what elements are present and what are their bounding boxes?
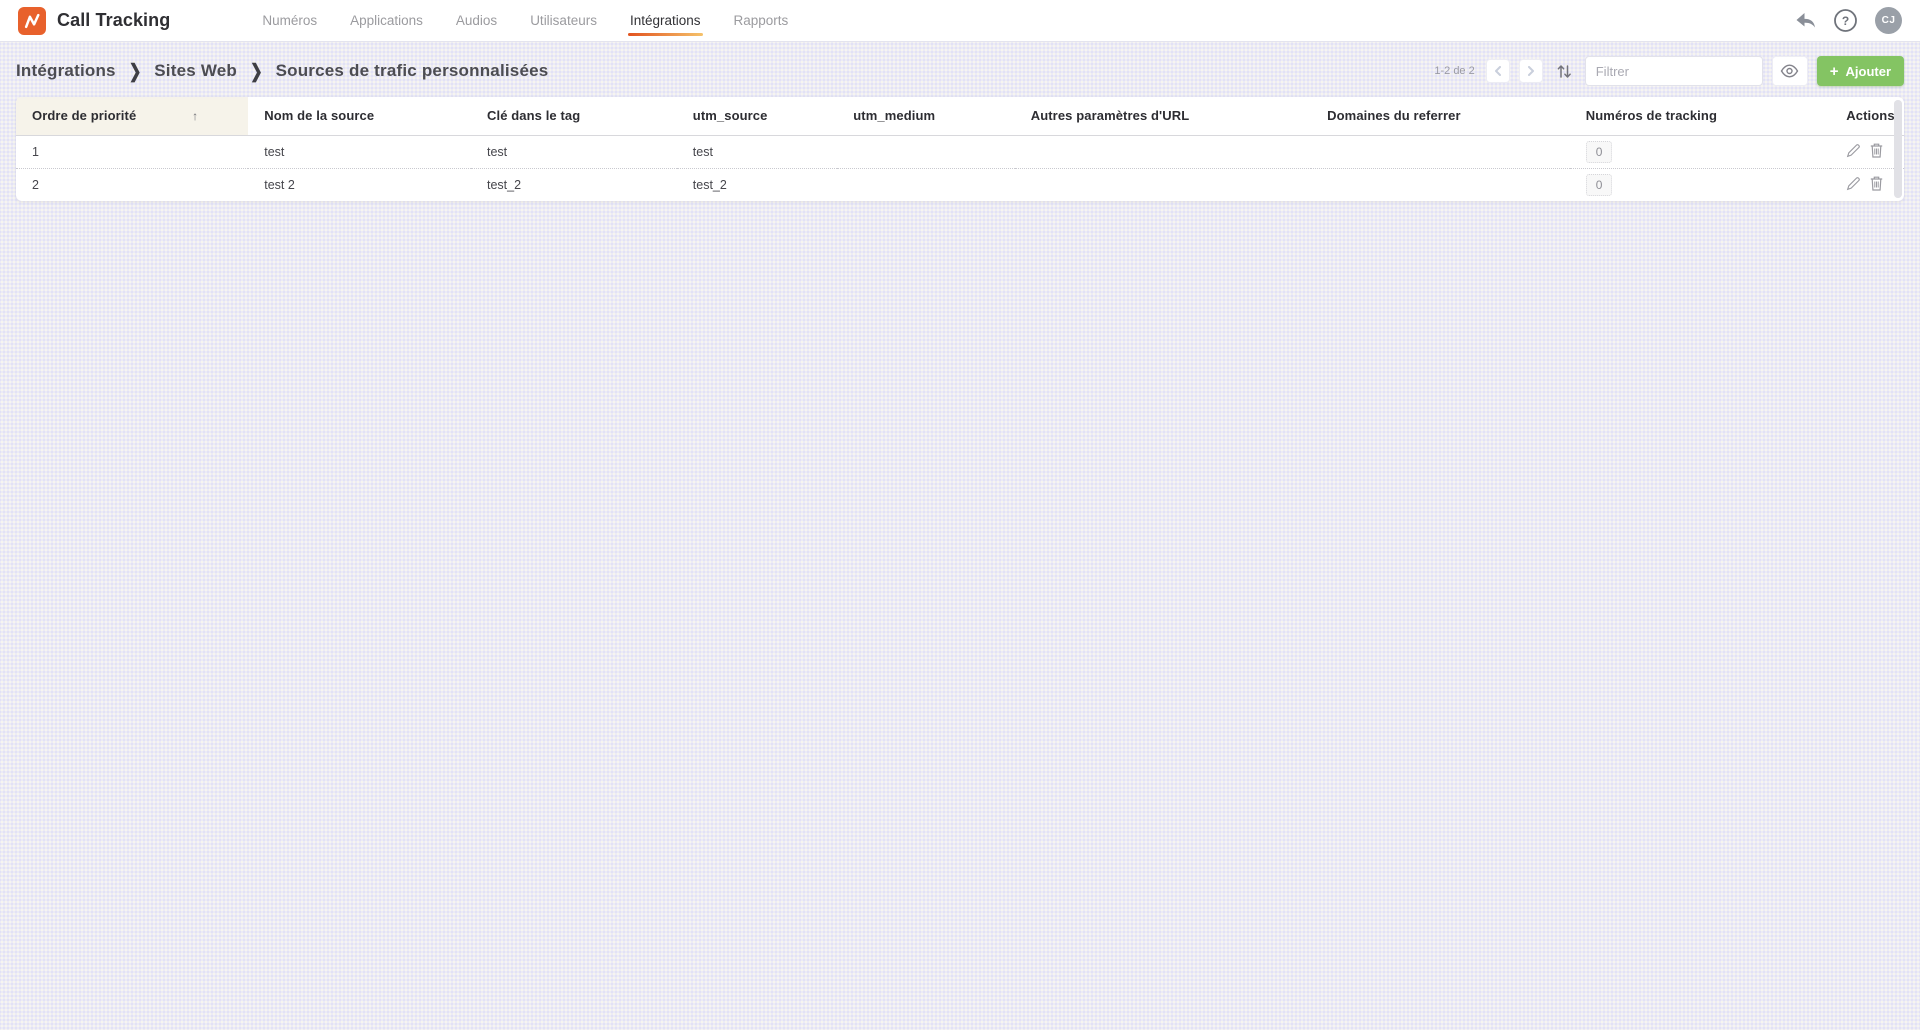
chevron-right-icon [1527,66,1534,76]
column-header-label: Ordre de priorité [32,108,137,124]
scrollbar-thumb[interactable] [1894,100,1902,198]
sources-table: Ordre de priorité ↑ Nom de la source Clé… [16,97,1904,201]
cell-cle: test [487,144,508,159]
user-avatar[interactable]: CJ [1875,7,1902,34]
cell-autres-parametres [1015,135,1311,168]
breadcrumb-integrations[interactable]: Intégrations [16,61,116,81]
column-header-nom-de-la-source[interactable]: Nom de la source [248,97,471,136]
filter-input[interactable] [1584,56,1763,86]
top-navigation: Numéros Applications Audios Utilisateurs… [262,0,788,41]
column-header-cle-dans-le-tag[interactable]: Clé dans le tag [471,97,677,136]
cell-autres-parametres [1014,167,1312,201]
pencil-icon [1847,143,1861,157]
cell-ordre: 2 [16,167,249,201]
nav-item-applications[interactable]: Applications [350,0,423,41]
add-button-label: Ajouter [1845,63,1892,79]
breadcrumb: Intégrations ❯ Sites Web ❯ Sources de tr… [16,61,549,83]
table-toolbar: 1-2 de 2 Filtrer + Ajouter [1434,56,1904,86]
cell-numeros: 0 [1570,135,1831,168]
column-header-utm-source[interactable]: utm_source [676,97,838,136]
table-scrollbar[interactable] [1894,100,1902,198]
row-actions [1846,176,1883,191]
sources-table-card: Ordre de priorité ↑ Nom de la source Clé… [16,97,1904,201]
sort-order-button[interactable] [1556,64,1572,79]
nav-item-utilisateurs[interactable]: Utilisateurs [530,0,597,41]
chevron-right-icon: ❯ [128,61,142,83]
cell-utm-medium [837,167,1015,201]
pagination-prev-button[interactable] [1485,59,1510,83]
page-content: Intégrations ❯ Sites Web ❯ Sources de tr… [0,54,1920,201]
back-arrow-icon [1796,13,1815,28]
cell-domaines [1311,167,1570,201]
cell-cle: test_2 [471,167,677,201]
breadcrumb-sites-web[interactable]: Sites Web [154,61,237,81]
app-logo-icon[interactable] [18,6,46,35]
edit-button[interactable] [1846,176,1861,191]
back-button[interactable] [1795,12,1816,29]
question-circle-icon: ? [1834,9,1857,32]
chevron-right-icon: ❯ [250,61,263,83]
top-bar: Call Tracking Numéros Applications Audio… [0,0,1920,41]
pencil-icon [1847,176,1861,190]
table-row[interactable]: 1 test test test 0 [16,135,1904,168]
page-header: Intégrations ❯ Sites Web ❯ Sources de tr… [16,54,1904,88]
trash-icon [1871,176,1883,191]
column-header-utm-medium[interactable]: utm_medium [837,97,1015,136]
cell-utm-medium [837,135,1014,168]
delete-button[interactable] [1870,176,1883,191]
nav-item-audios[interactable]: Audios [456,0,497,41]
column-header-numeros-de-tracking[interactable]: Numéros de tracking [1569,97,1831,136]
pulse-line-icon [24,13,40,28]
cell-nom: test 2 [248,167,471,201]
chevron-left-icon [1494,66,1501,76]
row-actions [1846,143,1883,158]
column-header-autres-parametres-url[interactable]: Autres paramètres d'URL [1014,97,1312,136]
sort-ascending-icon: ↑ [192,108,199,123]
cell-domaines [1311,135,1570,168]
column-header-ordre-de-priorite[interactable]: Ordre de priorité ↑ [16,97,249,136]
page-title: Sources de trafic personnalisées [275,61,549,80]
svg-text:?: ? [1842,14,1849,28]
cell-utm-source: test_2 [676,167,838,201]
eye-icon [1780,64,1799,78]
nav-item-numeros[interactable]: Numéros [262,0,317,41]
column-header-domaines-du-referrer[interactable]: Domaines du referrer [1311,97,1570,136]
cell-numeros: 0 [1569,167,1831,201]
pagination-next-button[interactable] [1518,59,1543,83]
cell-ordre: 1 [32,144,39,159]
arrows-up-down-icon [1557,64,1571,78]
edit-button[interactable] [1846,143,1861,158]
cell-nom: test [264,144,285,159]
column-header-actions: Actions [1830,97,1904,136]
topbar-right-actions: ? CJ [1795,7,1902,34]
cell-utm-source: test [692,144,713,159]
app-title: Call Tracking [57,10,171,30]
add-button[interactable]: + Ajouter [1816,56,1904,86]
table-row[interactable]: 2 test 2 test_2 test_2 0 [16,167,1904,201]
plus-icon: + [1829,62,1839,80]
help-button[interactable]: ? [1833,8,1858,33]
nav-item-rapports[interactable]: Rapports [734,0,789,41]
pagination-range: 1-2 de 2 [1434,65,1475,77]
delete-button[interactable] [1870,143,1883,158]
trash-icon [1871,143,1883,158]
tracking-count-badge: 0 [1585,140,1613,163]
table-header-row: Ordre de priorité ↑ Nom de la source Clé… [16,97,1904,136]
column-visibility-button[interactable] [1771,56,1808,86]
nav-item-integrations[interactable]: Intégrations [627,0,703,41]
tracking-count-badge: 0 [1585,173,1613,196]
